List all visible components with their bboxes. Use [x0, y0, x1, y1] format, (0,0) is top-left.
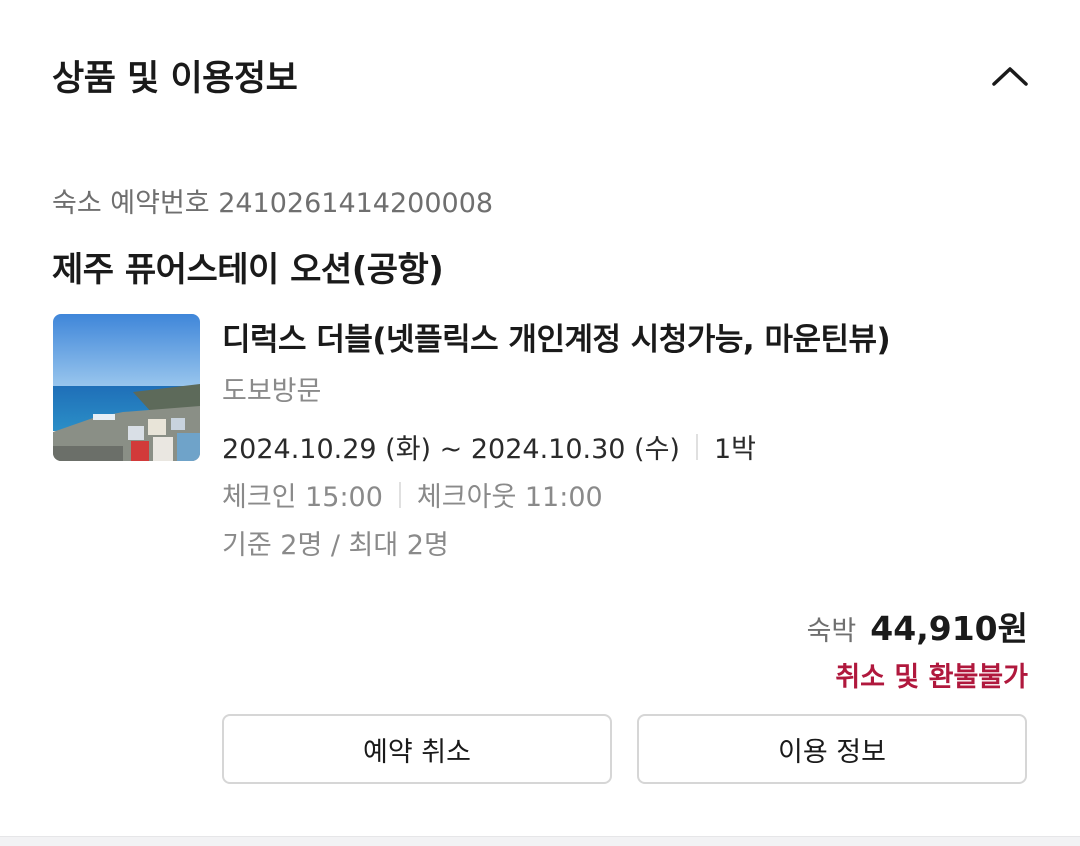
price-row: 숙박 44,910원	[807, 602, 1028, 650]
price-value: 44,910원	[870, 609, 1028, 648]
visit-type: 도보방문	[222, 376, 322, 407]
chevron-up-icon	[992, 67, 1028, 86]
section-title: 상품 및 이용정보	[52, 59, 298, 99]
collapse-toggle-button[interactable]	[980, 48, 1040, 104]
room-name: 디럭스 더블(넷플릭스 개인계정 시청가능, 마운틴뷰)	[222, 322, 891, 358]
divider	[398, 481, 401, 508]
stay-dates-row: 2024.10.29 (화) ~ 2024.10.30 (수) 1박	[222, 427, 756, 466]
reservation-number: 숙소 예약번호 2410261414200008	[52, 188, 494, 219]
occupancy: 기준 2명 / 최대 2명	[222, 530, 449, 561]
cancel-reservation-button[interactable]: 예약 취소	[222, 714, 612, 784]
date-range: 2024.10.29 (화) ~ 2024.10.30 (수)	[222, 434, 680, 465]
room-thumbnail	[53, 314, 200, 461]
checkout-time: 체크아웃 11:00	[416, 482, 603, 513]
nights-count: 1박	[713, 434, 756, 465]
check-times-row: 체크인 15:00 체크아웃 11:00	[222, 475, 603, 514]
section-header[interactable]: 상품 및 이용정보	[0, 0, 1080, 150]
hotel-name: 제주 퓨어스테이 오션(공항)	[52, 250, 444, 290]
price-label: 숙박	[806, 616, 857, 647]
refund-policy-note: 취소 및 환불불가	[835, 662, 1028, 693]
divider	[695, 433, 698, 460]
usage-info-button[interactable]: 이용 정보	[637, 714, 1027, 784]
checkin-time: 체크인 15:00	[222, 482, 383, 513]
